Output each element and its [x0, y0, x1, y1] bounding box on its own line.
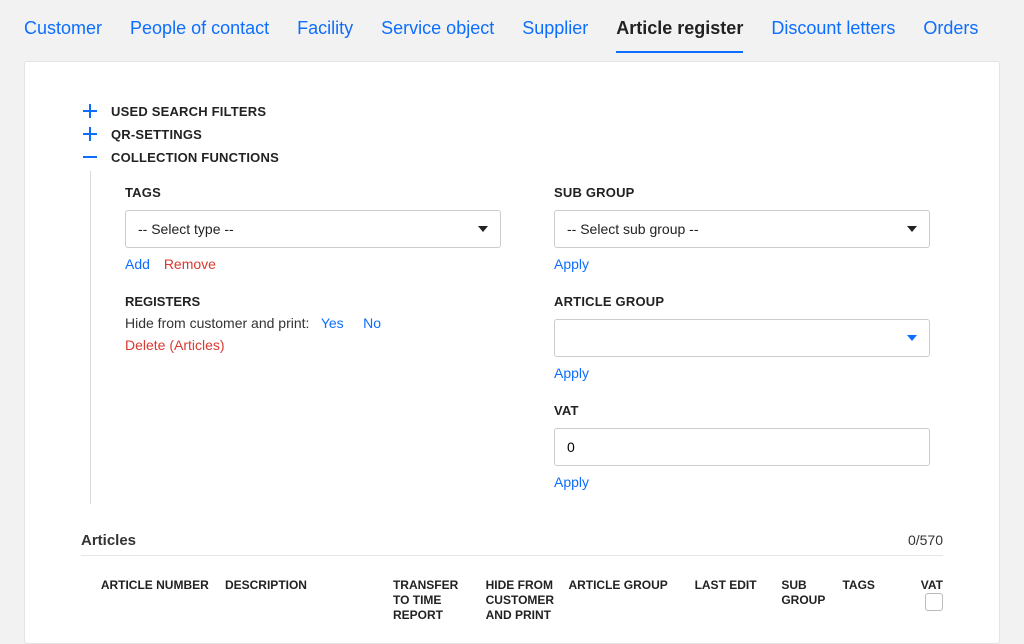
- col-sub-group: SUB GROUP: [781, 578, 834, 608]
- col-vat-label: VAT: [921, 578, 943, 592]
- articles-title: Articles: [81, 532, 136, 549]
- minus-icon: [81, 148, 99, 166]
- qr-settings-label: QR-SETTINGS: [111, 127, 202, 142]
- chevron-down-icon: [478, 226, 488, 232]
- registers-hide-text: Hide from customer and print:: [125, 315, 309, 331]
- tab-orders[interactable]: Orders: [923, 18, 978, 51]
- article-group-label: ARTICLE GROUP: [554, 294, 943, 309]
- tags-select[interactable]: -- Select type --: [125, 210, 501, 248]
- col-article-number: ARTICLE NUMBER: [101, 578, 217, 593]
- sub-group-label: SUB GROUP: [554, 185, 943, 200]
- qr-settings-toggle[interactable]: QR-SETTINGS: [81, 125, 943, 143]
- tab-supplier[interactable]: Supplier: [522, 18, 588, 51]
- col-vat: VAT: [906, 578, 943, 611]
- collection-right-col: SUB GROUP -- Select sub group -- Apply A…: [554, 185, 943, 490]
- sub-group-select[interactable]: -- Select sub group --: [554, 210, 930, 248]
- plus-icon: [81, 125, 99, 143]
- article-group-apply[interactable]: Apply: [554, 365, 589, 381]
- tags-label: TAGS: [125, 185, 514, 200]
- articles-count: 0/570: [908, 532, 943, 548]
- col-description: DESCRIPTION: [225, 578, 385, 593]
- vat-select-all-checkbox[interactable]: [925, 593, 943, 611]
- tab-service-object[interactable]: Service object: [381, 18, 494, 51]
- col-tags: TAGS: [842, 578, 897, 593]
- collection-functions-body: TAGS -- Select type -- Add Remove REGIST…: [90, 171, 943, 504]
- col-last-edit: LAST EDIT: [695, 578, 774, 593]
- main-tabs: Customer People of contact Facility Serv…: [0, 0, 1024, 53]
- content-card: USED SEARCH FILTERS QR-SETTINGS COLLECTI…: [24, 61, 1000, 644]
- tags-select-value: -- Select type --: [138, 221, 234, 237]
- vat-input[interactable]: [554, 428, 930, 466]
- articles-table-header: ARTICLE NUMBER DESCRIPTION TRANSFER TO T…: [81, 556, 943, 623]
- chevron-down-icon: [907, 226, 917, 232]
- chevron-down-icon: [907, 335, 917, 341]
- tab-people-of-contact[interactable]: People of contact: [130, 18, 269, 51]
- tab-discount-letters[interactable]: Discount letters: [771, 18, 895, 51]
- sub-group-select-value: -- Select sub group --: [567, 221, 699, 237]
- registers-label: REGISTERS: [125, 294, 514, 309]
- vat-apply[interactable]: Apply: [554, 474, 589, 490]
- collection-left-col: TAGS -- Select type -- Add Remove REGIST…: [125, 185, 514, 490]
- registers-hide-yes[interactable]: Yes: [321, 315, 344, 331]
- sub-group-apply[interactable]: Apply: [554, 256, 589, 272]
- col-transfer: TRANSFER TO TIME REPORT: [393, 578, 478, 623]
- tab-article-register[interactable]: Article register: [616, 18, 743, 53]
- plus-icon: [81, 102, 99, 120]
- article-group-select[interactable]: [554, 319, 930, 357]
- used-search-filters-label: USED SEARCH FILTERS: [111, 104, 266, 119]
- tags-add-link[interactable]: Add: [125, 256, 150, 272]
- registers-delete-articles[interactable]: Delete (Articles): [125, 337, 225, 353]
- vat-label: VAT: [554, 403, 943, 418]
- collection-functions-toggle[interactable]: COLLECTION FUNCTIONS: [81, 148, 943, 166]
- used-search-filters-toggle[interactable]: USED SEARCH FILTERS: [81, 102, 943, 120]
- registers-hide-no[interactable]: No: [363, 315, 381, 331]
- tags-remove-link[interactable]: Remove: [164, 256, 216, 272]
- articles-header: Articles 0/570: [81, 532, 943, 556]
- col-article-group: ARTICLE GROUP: [568, 578, 686, 593]
- col-hide: HIDE FROM CUSTOMER AND PRINT: [486, 578, 561, 623]
- tab-customer[interactable]: Customer: [24, 18, 102, 51]
- tab-facility[interactable]: Facility: [297, 18, 353, 51]
- collection-functions-label: COLLECTION FUNCTIONS: [111, 150, 279, 165]
- registers-hide-row: Hide from customer and print: Yes No: [125, 315, 514, 331]
